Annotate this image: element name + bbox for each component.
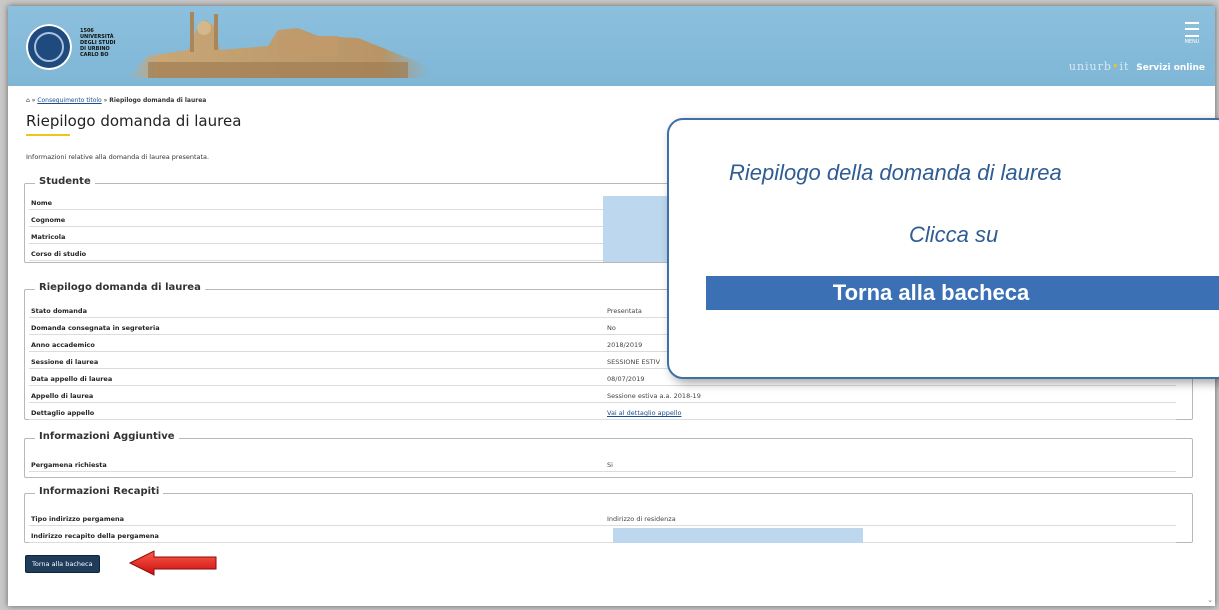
menu-label: MENU [1184,39,1200,45]
torna-alla-bacheca-button[interactable]: Torna alla bacheca [25,555,100,573]
brand-logo[interactable]: uniurb•it [1069,60,1130,73]
callout-highlight: Torna alla bacheca [706,276,1219,310]
table-row: Pergamena richiesta Si [29,459,1176,472]
breadcrumb-current: Riepilogo domanda di laurea [109,97,207,104]
university-name: 1506 UNIVERSITÀ DEGLI STUDI DI URBINO CA… [80,28,116,58]
table-row: Indirizzo recapito della pergamena [29,530,1176,543]
header-cityscape-image [128,12,428,78]
page-title: Riepilogo domanda di laurea [26,112,242,130]
riepilogo-title: Riepilogo domanda di laurea [35,282,205,293]
hamburger-icon [1185,22,1199,37]
university-seal-logo[interactable] [26,24,72,70]
table-row: Appello di laurea Sessione estiva a.a. 20… [29,390,1176,403]
servizi-online-link[interactable]: Servizi online [1136,63,1205,73]
redacted-address [613,528,863,543]
studente-title: Studente [35,176,95,187]
title-underline [26,134,70,136]
callout-line1: Riepilogo della domanda di laurea [729,160,1062,185]
breadcrumb-link-conseguimento[interactable]: Conseguimento titolo [37,97,101,104]
recapiti-title: Informazioni Recapiti [35,486,164,497]
red-arrow-icon [128,550,217,576]
brand-bar: uniurb•it Servizi online [1069,60,1205,73]
dettaglio-appello-link[interactable]: Vai al dettaglio appello [607,409,681,417]
instruction-callout: Riepilogo della domanda di laurea Clicca… [667,118,1219,379]
callout-line2: Clicca su [909,222,999,247]
site-header: 1506 UNIVERSITÀ DEGLI STUDI DI URBINO CA… [8,6,1215,86]
aggiuntive-title: Informazioni Aggiuntive [35,431,179,442]
aggiuntive-section: Informazioni Aggiuntive Pergamena richie… [24,431,1193,478]
table-row: Tipo indirizzo pergamena Indirizzo di res… [29,513,1176,526]
scroll-down-icon[interactable]: ⌄ [1207,596,1213,604]
breadcrumb: ⌂ » Conseguimento titolo » Riepilogo dom… [26,97,207,104]
table-row: Dettaglio appello Vai al dettaglio appell… [29,407,1176,420]
intro-text: Informazioni relative alla domanda di la… [26,153,210,161]
recapiti-section: Informazioni Recapiti Tipo indirizzo per… [24,486,1193,543]
menu-button[interactable]: MENU [1181,22,1203,45]
